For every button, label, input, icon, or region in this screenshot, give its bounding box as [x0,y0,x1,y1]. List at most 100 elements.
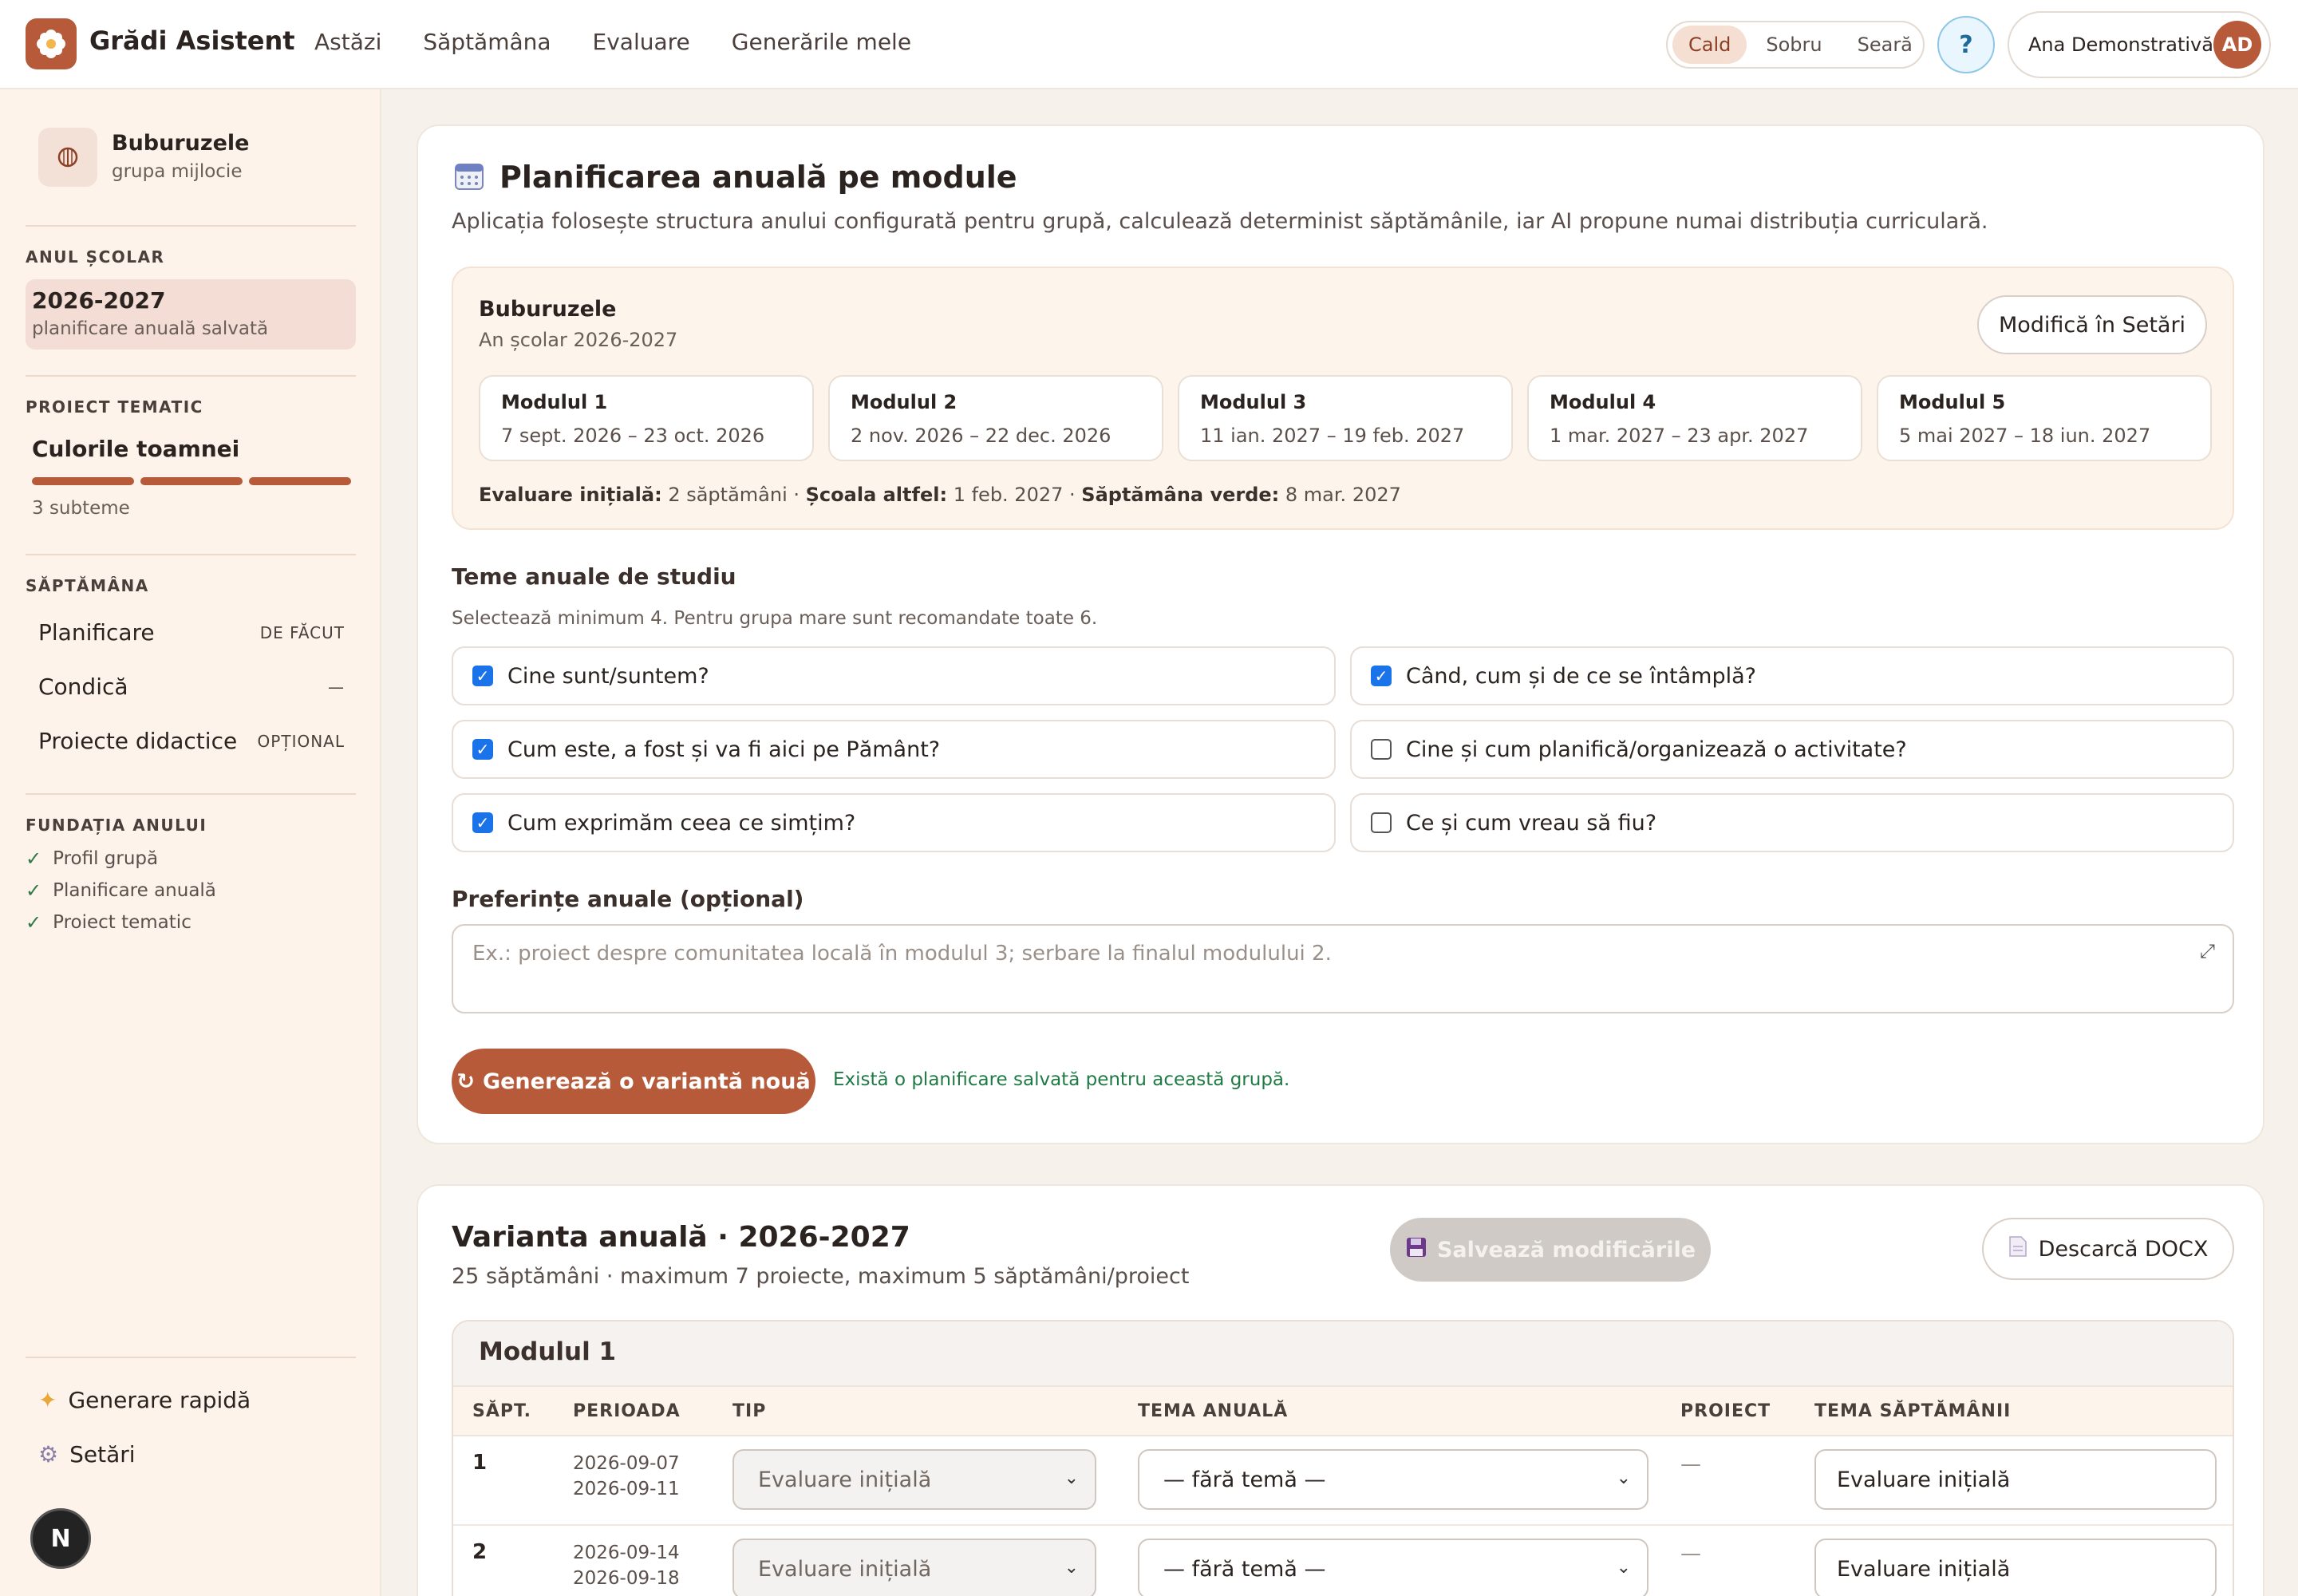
sidebar-item-planning[interactable]: Planificare DE FĂCUT [38,619,345,646]
theme-option[interactable]: Când, cum și de ce se întâmplă? [1350,646,2234,705]
framework-badge[interactable]: N [30,1508,91,1569]
column-header-week: SĂPT. [472,1401,532,1421]
group-card[interactable]: Buburuzele grupa mijlocie [38,128,249,187]
foundation-item-annual-plan[interactable]: ✓ Planificare anuală [26,879,216,902]
theme-label: Cine sunt/suntem? [507,663,709,689]
nav-item-evaluation[interactable]: Evaluare [593,29,690,55]
school-year-heading: ANUL ȘCOLAR [26,247,165,267]
main-nav: Astăzi Săptămâna Evaluare Generările mel… [314,29,911,55]
week-theme-value: Evaluare inițială [1837,1467,2011,1492]
theme-option[interactable]: Ce și cum vreau să fiu? [1350,793,2234,852]
status-badge: — [328,677,345,697]
generate-label: Generează o variantă nouă [482,1069,811,1094]
settings-link[interactable]: ⚙ Setări [38,1441,136,1468]
theme-option[interactable]: Cum este, a fost și va fi aici pe Pământ… [452,720,1336,779]
theme-option[interactable]: Cum exprimăm ceea ce simțim? [452,793,1336,852]
column-header-period: PERIOADA [573,1401,681,1421]
annual-theme-select[interactable]: — fără temă — ⌄ [1138,1539,1648,1596]
project-value: — [1680,1542,1701,1566]
quick-generate-label: Generare rapidă [68,1387,251,1413]
page-description: Aplicația folosește structura anului con… [452,209,1988,234]
theme-option-evening[interactable]: Seară [1842,26,1929,64]
module-card: Modulul 5 5 mai 2027 – 18 iun. 2027 [1877,375,2212,461]
flower-logo-icon[interactable] [26,18,77,69]
progress-segment [140,477,243,485]
theme-label: Cine și cum planifică/organizează o acti… [1406,737,1907,762]
period-start: 2026-09-14 [573,1543,680,1563]
type-select[interactable]: Evaluare inițială ⌄ [732,1539,1096,1596]
theme-switch: Cald Sobru Seară [1666,21,1925,69]
theme-option-sober[interactable]: Sobru [1750,26,1838,64]
foundation-item-label: Profil grupă [53,848,159,869]
theme-checkbox[interactable] [1371,666,1392,686]
theme-checkbox[interactable] [472,666,493,686]
download-docx-button[interactable]: Descarcă DOCX [1982,1218,2234,1280]
help-button[interactable]: ? [1937,16,1995,73]
year-structure-panel: Buburuzele An școlar 2026-2027 Modifică … [452,267,2234,530]
table-row: 1 2026-09-07 2026-09-11 Evaluare inițial… [453,1436,2233,1526]
foundation-item-profile[interactable]: ✓ Profil grupă [26,847,158,870]
module-name: Modulul 4 [1550,391,1656,413]
week-theme-input[interactable]: Evaluare inițială [1814,1539,2217,1596]
school-year-item[interactable]: 2026-2027 planificare anuală salvată [26,279,356,350]
annual-theme-select[interactable]: — fără temă — ⌄ [1138,1449,1648,1510]
divider [26,793,356,795]
quick-generate-link[interactable]: ✦ Generare rapidă [38,1387,251,1413]
theme-option[interactable]: Cine și cum planifică/organizează o acti… [1350,720,2234,779]
sparkles-icon: ✦ [38,1387,57,1413]
preferences-textarea[interactable]: Ex.: proiect despre comunitatea locală î… [452,924,2234,1013]
group-name: Buburuzele [479,297,617,322]
themes-hint: Selectează minimum 4. Pentru grupa mare … [452,608,1098,629]
table-row: 2 2026-09-14 2026-09-18 Evaluare inițial… [453,1526,2233,1596]
save-changes-button[interactable]: Salvează modificările [1390,1218,1711,1282]
school-year-value: 2026-2027 [32,287,166,314]
column-header-week-theme: TEMA SĂPTĂMÂNII [1814,1401,2012,1421]
group-level: grupa mijlocie [112,161,243,182]
theme-checkbox[interactable] [1371,739,1392,760]
modify-in-settings-button[interactable]: Modifică în Setări [1977,295,2207,354]
type-select[interactable]: Evaluare inițială ⌄ [732,1449,1096,1510]
theme-checkbox[interactable] [472,812,493,833]
theme-checkbox[interactable] [1371,812,1392,833]
calendar-icon [453,160,485,195]
theme-label: Cum exprimăm ceea ce simțim? [507,810,856,836]
project-title[interactable]: Culorile toamnei [32,436,239,462]
progress-segment [249,477,351,485]
expand-icon[interactable]: ⤢ [2200,940,2215,962]
module-range: 11 ian. 2027 – 19 feb. 2027 [1200,425,1465,447]
user-menu[interactable]: Ana Demonstrativă AD [2008,11,2271,78]
foundation-item-label: Planificare anuală [53,880,216,901]
sidebar-item-didactic-projects[interactable]: Proiecte didactice OPȚIONAL [38,728,345,754]
nav-item-week[interactable]: Săptămâna [423,29,551,55]
module-name: Modulul 2 [851,391,958,413]
theme-option-warm[interactable]: Cald [1672,26,1747,64]
theme-option[interactable]: Cine sunt/suntem? [452,646,1336,705]
week-theme-input[interactable]: Evaluare inițială [1814,1449,2217,1510]
module-card: Modulul 3 11 ian. 2027 – 19 feb. 2027 [1178,375,1513,461]
school-year: An școlar 2026-2027 [479,329,678,351]
nav-item-my-generations[interactable]: Generările mele [732,29,911,55]
docx-label: Descarcă DOCX [2038,1236,2209,1262]
theme-checkbox[interactable] [472,739,493,760]
app-title[interactable]: Grădi Asistent [89,26,295,56]
type-select-value: Evaluare inițială [758,1467,932,1492]
annual-theme-select-value: — fără temă — [1163,1556,1326,1582]
sidebar-item-condica[interactable]: Condică — [38,674,345,700]
group-name: Buburuzele [112,131,250,156]
project-progress [32,477,351,485]
green-week-label: Săptămâna verde: [1081,484,1280,506]
week-number: 2 [472,1540,488,1564]
page-title: Planificarea anuală pe module [499,160,1017,195]
module-table-title: Modulul 1 [453,1321,2233,1387]
foundation-item-thematic-project[interactable]: ✓ Proiect tematic [26,911,192,934]
scoala-altfel-value: 1 feb. 2027 [953,484,1064,506]
check-icon: ✓ [26,911,42,934]
generate-variant-button[interactable]: ↻ Generează o variantă nouă [452,1049,815,1114]
chevron-down-icon: ⌄ [1064,1558,1079,1578]
status-badge: DE FĂCUT [259,622,345,642]
module-range: 5 mai 2027 – 18 iun. 2027 [1899,425,2151,447]
table-header: SĂPT. PERIOADA TIP TEMA ANUALĂ PROIECT T… [453,1387,2233,1436]
nav-item-today[interactable]: Astăzi [314,29,381,55]
user-name: Ana Demonstrativă [2028,34,2213,56]
annual-theme-select-value: — fără temă — [1163,1467,1326,1492]
